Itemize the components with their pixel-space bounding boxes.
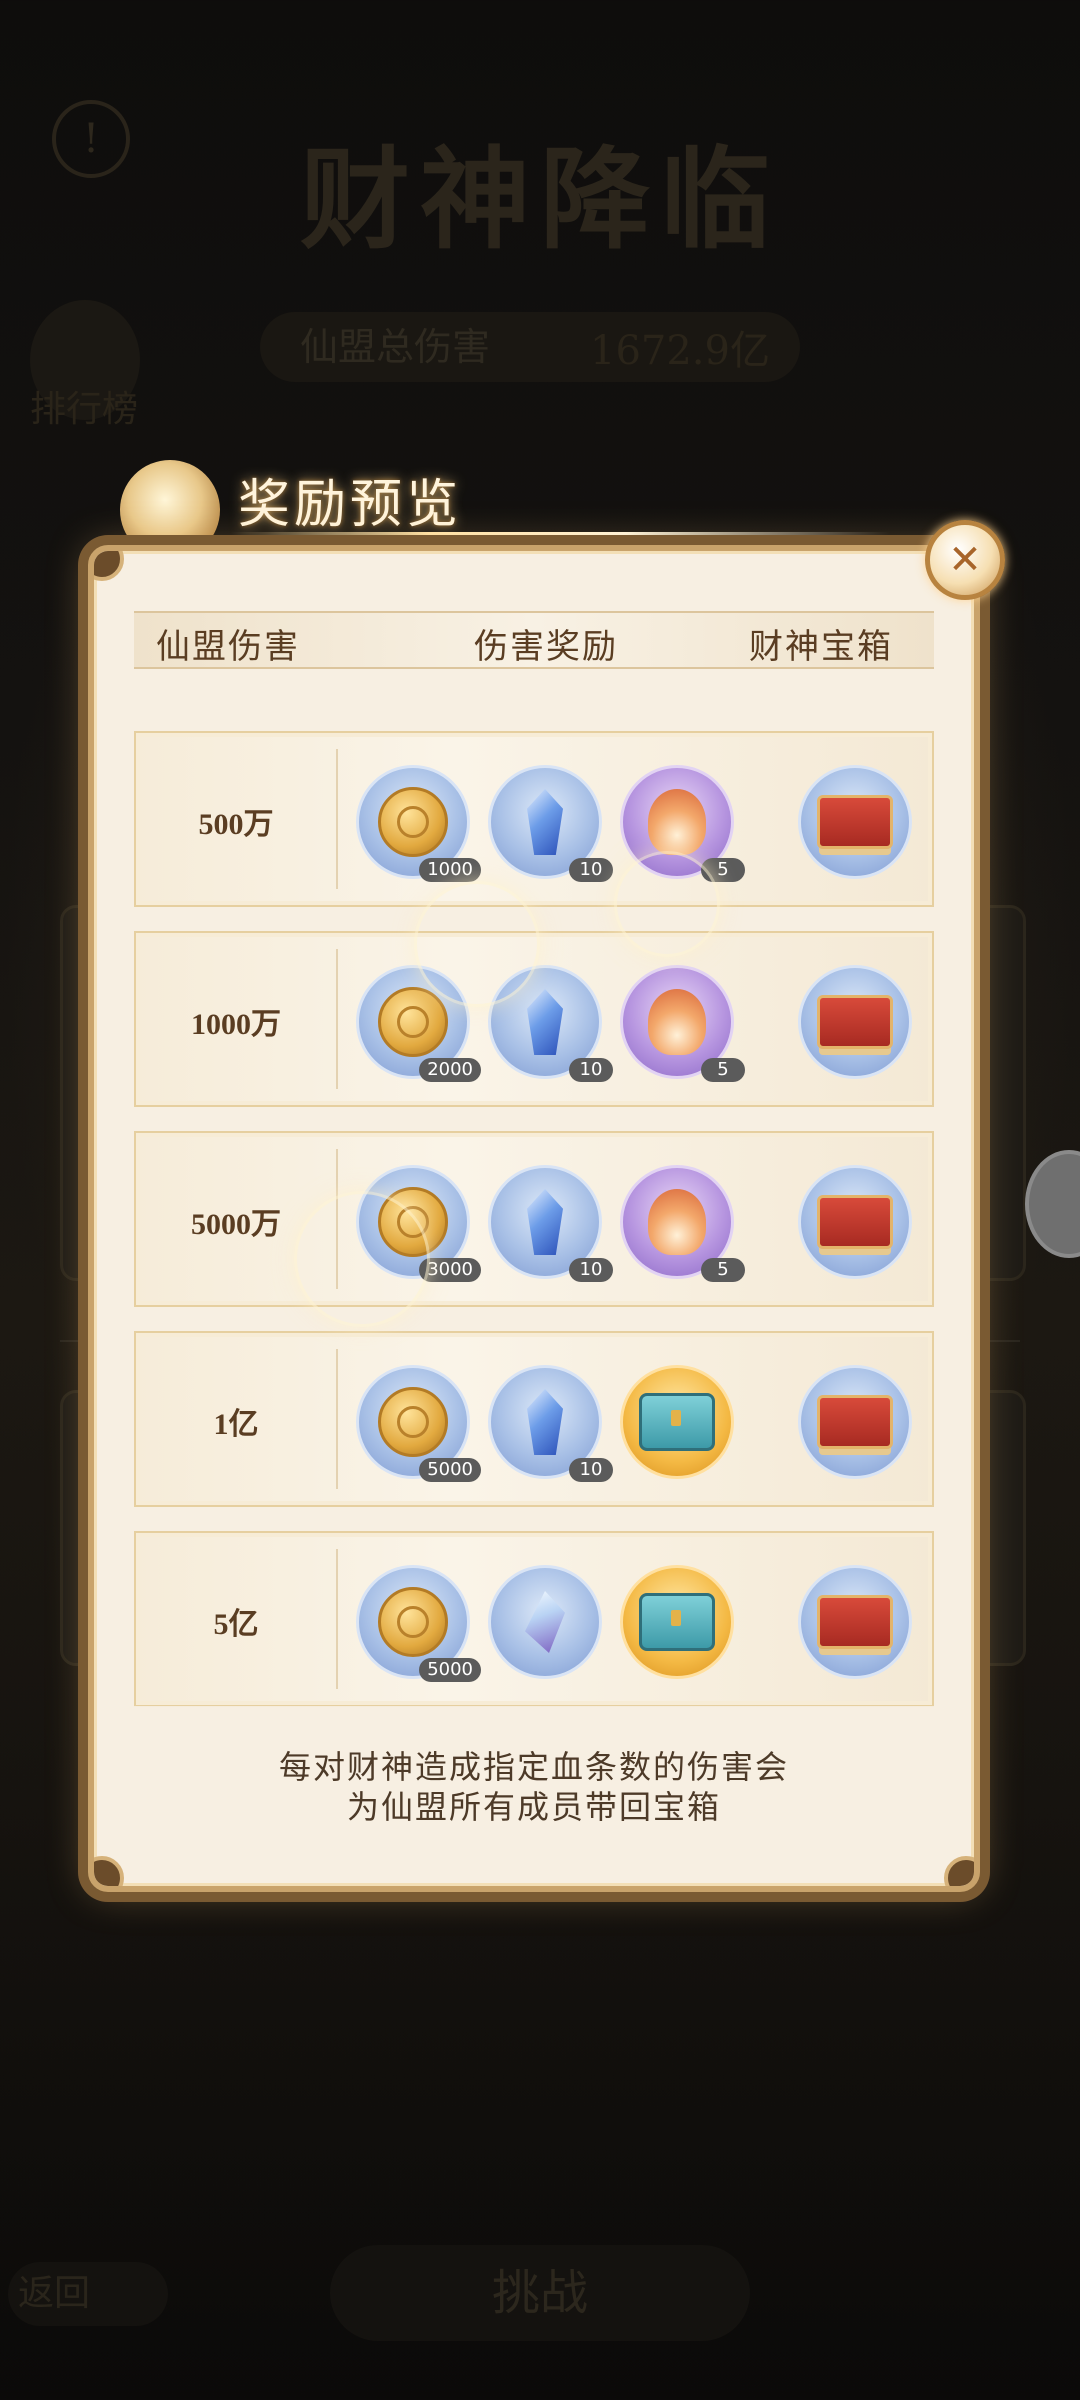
- reward-row: 5000万 3000 10 5: [134, 1131, 934, 1307]
- reward-row: 500万 1000 10 5: [134, 731, 934, 907]
- item-count: 5: [701, 1058, 745, 1082]
- item-count: 1000: [419, 858, 481, 882]
- treasure-box-item[interactable]: [798, 1365, 912, 1479]
- damage-threshold: 1亿: [213, 1408, 259, 1441]
- damage-threshold: 1000万: [191, 1008, 281, 1041]
- reward-item[interactable]: 1000: [356, 765, 481, 882]
- description-line-2: 为仙盟所有成员带回宝箱: [346, 1788, 721, 1826]
- red-treasure-box-icon: [817, 995, 893, 1049]
- chest-icon: [639, 1393, 715, 1451]
- header-treasure-box: 财神宝箱: [749, 627, 893, 667]
- damage-threshold: 5亿: [213, 1608, 259, 1641]
- item-count: 10: [569, 1458, 613, 1482]
- reward-rows: 500万 1000 10 5 1000万 2000 10 5 5000万 300…: [134, 731, 934, 1731]
- crystal-icon: [527, 789, 563, 855]
- sparkle-effect: [294, 1191, 430, 1327]
- red-treasure-box-icon: [817, 1395, 893, 1449]
- reward-row: 5亿 5000: [134, 1531, 934, 1707]
- row-separator: [336, 949, 338, 1089]
- challenge-button: 挑战: [330, 2245, 750, 2341]
- reward-description: 每对财神造成指定血条数的伤害会 为仙盟所有成员带回宝箱: [134, 1706, 934, 1856]
- red-treasure-box-icon: [817, 1595, 893, 1649]
- reward-item[interactable]: [620, 1365, 734, 1479]
- coin-icon: [378, 1387, 448, 1457]
- header-damage-reward: 伤害奖励: [474, 627, 618, 667]
- crystal-icon: [527, 1389, 563, 1455]
- reward-item[interactable]: [620, 1565, 734, 1679]
- gem-icon: [525, 1591, 565, 1653]
- reward-item[interactable]: 10: [488, 765, 613, 882]
- reward-table-header: 仙盟伤害 伤害奖励 财神宝箱: [134, 611, 934, 669]
- item-count: 10: [569, 858, 613, 882]
- treasure-box-item[interactable]: [798, 1165, 912, 1279]
- item-count: 5000: [419, 1658, 481, 1682]
- event-title: 财神降临: [300, 135, 780, 264]
- ranking-label: 排行榜: [30, 389, 139, 430]
- treasure-box-item[interactable]: [798, 965, 912, 1079]
- coin-icon: [378, 987, 448, 1057]
- title-light-streak: [230, 532, 890, 538]
- reward-preview-panel: 仙盟伤害 伤害奖励 财神宝箱 500万 1000 10 5 1000万 2000…: [88, 545, 980, 1892]
- row-separator: [336, 749, 338, 889]
- reward-item[interactable]: 5: [620, 1165, 745, 1282]
- return-button: 返回: [8, 2262, 168, 2326]
- chest-icon: [639, 1593, 715, 1651]
- reward-item[interactable]: 5000: [356, 1565, 481, 1682]
- modal-title-area: 奖励预览: [110, 440, 930, 560]
- coin-icon: [378, 787, 448, 857]
- lotus-icon: [648, 989, 706, 1055]
- row-separator: [336, 1549, 338, 1689]
- header-alliance-damage: 仙盟伤害: [156, 627, 300, 667]
- sparkle-effect: [414, 881, 540, 1007]
- frame-corner-ornament: [94, 1856, 124, 1886]
- frame-corner-ornament: [94, 551, 124, 581]
- reward-item[interactable]: [488, 1565, 602, 1679]
- modal-title: 奖励预览: [238, 475, 463, 535]
- reward-item[interactable]: 5: [620, 965, 745, 1082]
- reward-item[interactable]: 10: [488, 1165, 613, 1282]
- item-count: 5000: [419, 1458, 481, 1482]
- total-damage-value: 1672.9亿: [590, 328, 770, 374]
- lotus-icon: [648, 1189, 706, 1255]
- close-icon: ✕: [948, 537, 982, 583]
- crystal-icon: [527, 989, 563, 1055]
- item-count: 2000: [419, 1058, 481, 1082]
- treasure-box-item[interactable]: [798, 1565, 912, 1679]
- reward-row: 1亿 5000 10: [134, 1331, 934, 1507]
- item-count: 10: [569, 1258, 613, 1282]
- close-button[interactable]: ✕: [925, 520, 1005, 600]
- lotus-icon: [648, 789, 706, 855]
- crystal-icon: [527, 1189, 563, 1255]
- damage-threshold: 500万: [198, 808, 274, 841]
- treasure-box-item[interactable]: [798, 765, 912, 879]
- item-count: 5: [701, 1258, 745, 1282]
- row-separator: [336, 1349, 338, 1489]
- sparkle-effect: [614, 851, 720, 957]
- coin-icon: [378, 1587, 448, 1657]
- reward-item[interactable]: 5000: [356, 1365, 481, 1482]
- red-treasure-box-icon: [817, 1195, 893, 1249]
- red-treasure-box-icon: [817, 795, 893, 849]
- item-count: 10: [569, 1058, 613, 1082]
- reward-item[interactable]: 10: [488, 1365, 613, 1482]
